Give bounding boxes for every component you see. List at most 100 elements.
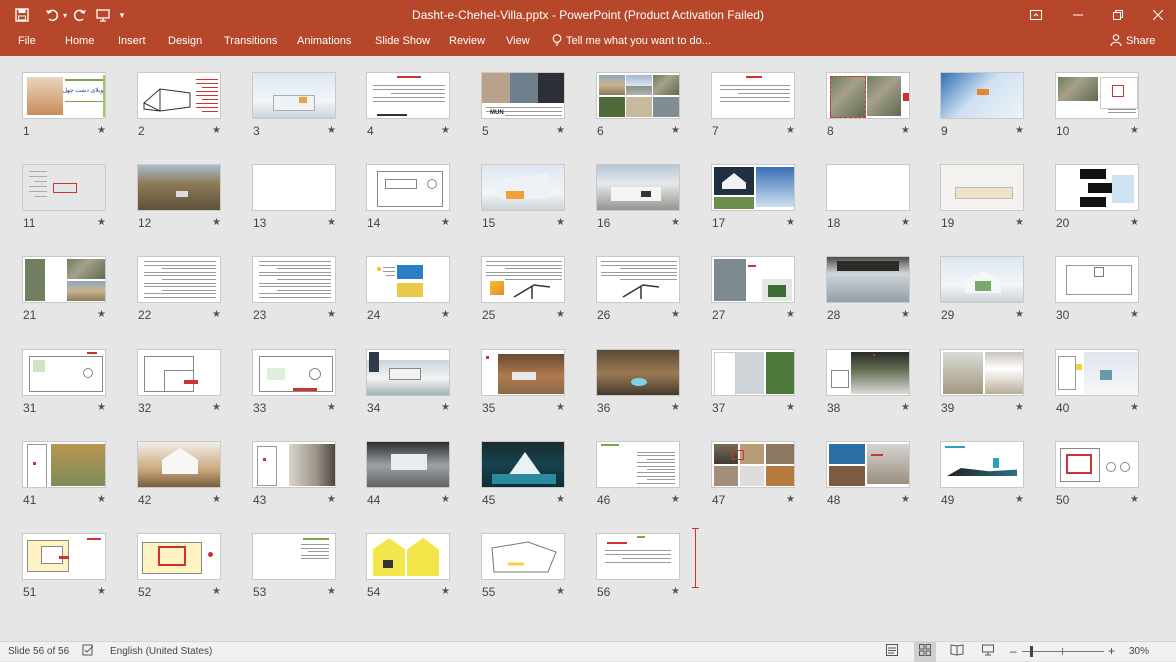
restore-icon[interactable] bbox=[1100, 0, 1136, 30]
slide-thumbnail-37[interactable] bbox=[711, 349, 795, 396]
slide-transition-star-icon[interactable]: ★ bbox=[556, 494, 565, 505]
slide-thumbnail-1[interactable]: ویلای دشت چهل bbox=[22, 72, 106, 119]
slide-transition-star-icon[interactable]: ★ bbox=[212, 494, 221, 505]
slide-transition-star-icon[interactable]: ★ bbox=[671, 494, 680, 505]
slide-transition-star-icon[interactable]: ★ bbox=[901, 125, 910, 136]
slide-thumbnail-25[interactable] bbox=[481, 256, 565, 303]
slide-thumbnail-8[interactable] bbox=[826, 72, 910, 119]
slide-transition-star-icon[interactable]: ★ bbox=[327, 494, 336, 505]
slide-thumbnail-12[interactable] bbox=[137, 164, 221, 211]
slide-transition-star-icon[interactable]: ★ bbox=[441, 586, 450, 597]
ribbon-display-options-icon[interactable] bbox=[1018, 0, 1054, 30]
close-icon[interactable] bbox=[1140, 0, 1176, 30]
slide-transition-star-icon[interactable]: ★ bbox=[1130, 309, 1139, 320]
slide-transition-star-icon[interactable]: ★ bbox=[1015, 125, 1024, 136]
zoom-level[interactable]: 30% bbox=[1129, 642, 1149, 662]
slide-transition-star-icon[interactable]: ★ bbox=[327, 217, 336, 228]
slide-transition-star-icon[interactable]: ★ bbox=[441, 494, 450, 505]
slide-transition-star-icon[interactable]: ★ bbox=[556, 309, 565, 320]
slide-transition-star-icon[interactable]: ★ bbox=[786, 494, 795, 505]
slide-thumbnail-40[interactable] bbox=[1055, 349, 1139, 396]
slide-transition-star-icon[interactable]: ★ bbox=[97, 402, 106, 413]
language-indicator[interactable]: English (United States) bbox=[110, 642, 212, 662]
slide-transition-star-icon[interactable]: ★ bbox=[1015, 217, 1024, 228]
slide-transition-star-icon[interactable]: ★ bbox=[1130, 125, 1139, 136]
slide-thumbnail-51[interactable] bbox=[22, 533, 106, 580]
zoom-in-button[interactable]: + bbox=[1108, 642, 1115, 662]
tab-transitions[interactable]: Transitions bbox=[224, 30, 277, 56]
slide-transition-star-icon[interactable]: ★ bbox=[97, 586, 106, 597]
slide-transition-star-icon[interactable]: ★ bbox=[1015, 309, 1024, 320]
slide-transition-star-icon[interactable]: ★ bbox=[786, 402, 795, 413]
slide-thumbnail-52[interactable] bbox=[137, 533, 221, 580]
slide-transition-star-icon[interactable]: ★ bbox=[97, 125, 106, 136]
slide-thumbnail-49[interactable] bbox=[940, 441, 1024, 488]
slide-thumbnail-19[interactable] bbox=[940, 164, 1024, 211]
share-button[interactable]: Share bbox=[1110, 30, 1155, 56]
notes-icon[interactable] bbox=[886, 642, 898, 662]
slide-transition-star-icon[interactable]: ★ bbox=[901, 402, 910, 413]
slide-thumbnail-32[interactable] bbox=[137, 349, 221, 396]
tab-view[interactable]: View bbox=[506, 30, 530, 56]
slide-thumbnail-17[interactable] bbox=[711, 164, 795, 211]
minimize-icon[interactable] bbox=[1060, 0, 1096, 30]
slide-transition-star-icon[interactable]: ★ bbox=[556, 125, 565, 136]
slide-thumbnail-5[interactable]: MUN bbox=[481, 72, 565, 119]
tell-me-box[interactable]: Tell me what you want to do... bbox=[552, 30, 711, 56]
slide-transition-star-icon[interactable]: ★ bbox=[1130, 494, 1139, 505]
slide-thumbnail-46[interactable] bbox=[596, 441, 680, 488]
slide-thumbnail-22[interactable] bbox=[137, 256, 221, 303]
slide-thumbnail-48[interactable] bbox=[826, 441, 910, 488]
slide-thumbnail-33[interactable] bbox=[252, 349, 336, 396]
slide-thumbnail-30[interactable] bbox=[1055, 256, 1139, 303]
slide-transition-star-icon[interactable]: ★ bbox=[901, 217, 910, 228]
slide-transition-star-icon[interactable]: ★ bbox=[556, 217, 565, 228]
slide-thumbnail-34[interactable] bbox=[366, 349, 450, 396]
slide-show-view-icon[interactable] bbox=[982, 642, 994, 662]
slide-transition-star-icon[interactable]: ★ bbox=[671, 125, 680, 136]
slide-thumbnail-53[interactable] bbox=[252, 533, 336, 580]
slide-thumbnail-56[interactable] bbox=[596, 533, 680, 580]
tab-review[interactable]: Review bbox=[449, 30, 485, 56]
slide-transition-star-icon[interactable]: ★ bbox=[556, 402, 565, 413]
slide-thumbnail-55[interactable] bbox=[481, 533, 565, 580]
slide-transition-star-icon[interactable]: ★ bbox=[97, 217, 106, 228]
tab-slide-show[interactable]: Slide Show bbox=[375, 30, 430, 56]
slide-thumbnail-27[interactable] bbox=[711, 256, 795, 303]
slide-thumbnail-9[interactable] bbox=[940, 72, 1024, 119]
slide-thumbnail-21[interactable] bbox=[22, 256, 106, 303]
tab-home[interactable]: Home bbox=[65, 30, 94, 56]
slide-thumbnail-13[interactable] bbox=[252, 164, 336, 211]
tab-animations[interactable]: Animations bbox=[297, 30, 351, 56]
slide-sorter-view-icon[interactable] bbox=[914, 642, 936, 662]
start-from-beginning-icon[interactable] bbox=[93, 4, 113, 26]
slide-thumbnail-50[interactable] bbox=[1055, 441, 1139, 488]
slide-transition-star-icon[interactable]: ★ bbox=[327, 125, 336, 136]
slide-transition-star-icon[interactable]: ★ bbox=[671, 402, 680, 413]
slide-transition-star-icon[interactable]: ★ bbox=[212, 125, 221, 136]
slide-transition-star-icon[interactable]: ★ bbox=[327, 586, 336, 597]
slide-transition-star-icon[interactable]: ★ bbox=[212, 309, 221, 320]
slide-thumbnail-31[interactable] bbox=[22, 349, 106, 396]
slide-thumbnail-7[interactable] bbox=[711, 72, 795, 119]
zoom-out-button[interactable]: – bbox=[1010, 642, 1017, 662]
slide-transition-star-icon[interactable]: ★ bbox=[212, 402, 221, 413]
slide-thumbnail-35[interactable] bbox=[481, 349, 565, 396]
slide-thumbnail-54[interactable] bbox=[366, 533, 450, 580]
customize-qat-icon[interactable]: ▾ bbox=[116, 4, 128, 26]
slide-thumbnail-36[interactable] bbox=[596, 349, 680, 396]
slide-thumbnail-2[interactable] bbox=[137, 72, 221, 119]
slide-transition-star-icon[interactable]: ★ bbox=[556, 586, 565, 597]
slide-transition-star-icon[interactable]: ★ bbox=[901, 494, 910, 505]
slide-thumbnail-24[interactable] bbox=[366, 256, 450, 303]
zoom-slider[interactable] bbox=[1022, 642, 1104, 662]
slide-thumbnail-6[interactable] bbox=[596, 72, 680, 119]
slide-thumbnail-47[interactable] bbox=[711, 441, 795, 488]
slide-thumbnail-45[interactable] bbox=[481, 441, 565, 488]
undo-dropdown-icon[interactable]: ▾ bbox=[60, 4, 70, 26]
slide-thumbnail-44[interactable] bbox=[366, 441, 450, 488]
slide-thumbnail-10[interactable] bbox=[1055, 72, 1139, 119]
slide-transition-star-icon[interactable]: ★ bbox=[212, 586, 221, 597]
slide-transition-star-icon[interactable]: ★ bbox=[441, 402, 450, 413]
slide-thumbnail-29[interactable] bbox=[940, 256, 1024, 303]
